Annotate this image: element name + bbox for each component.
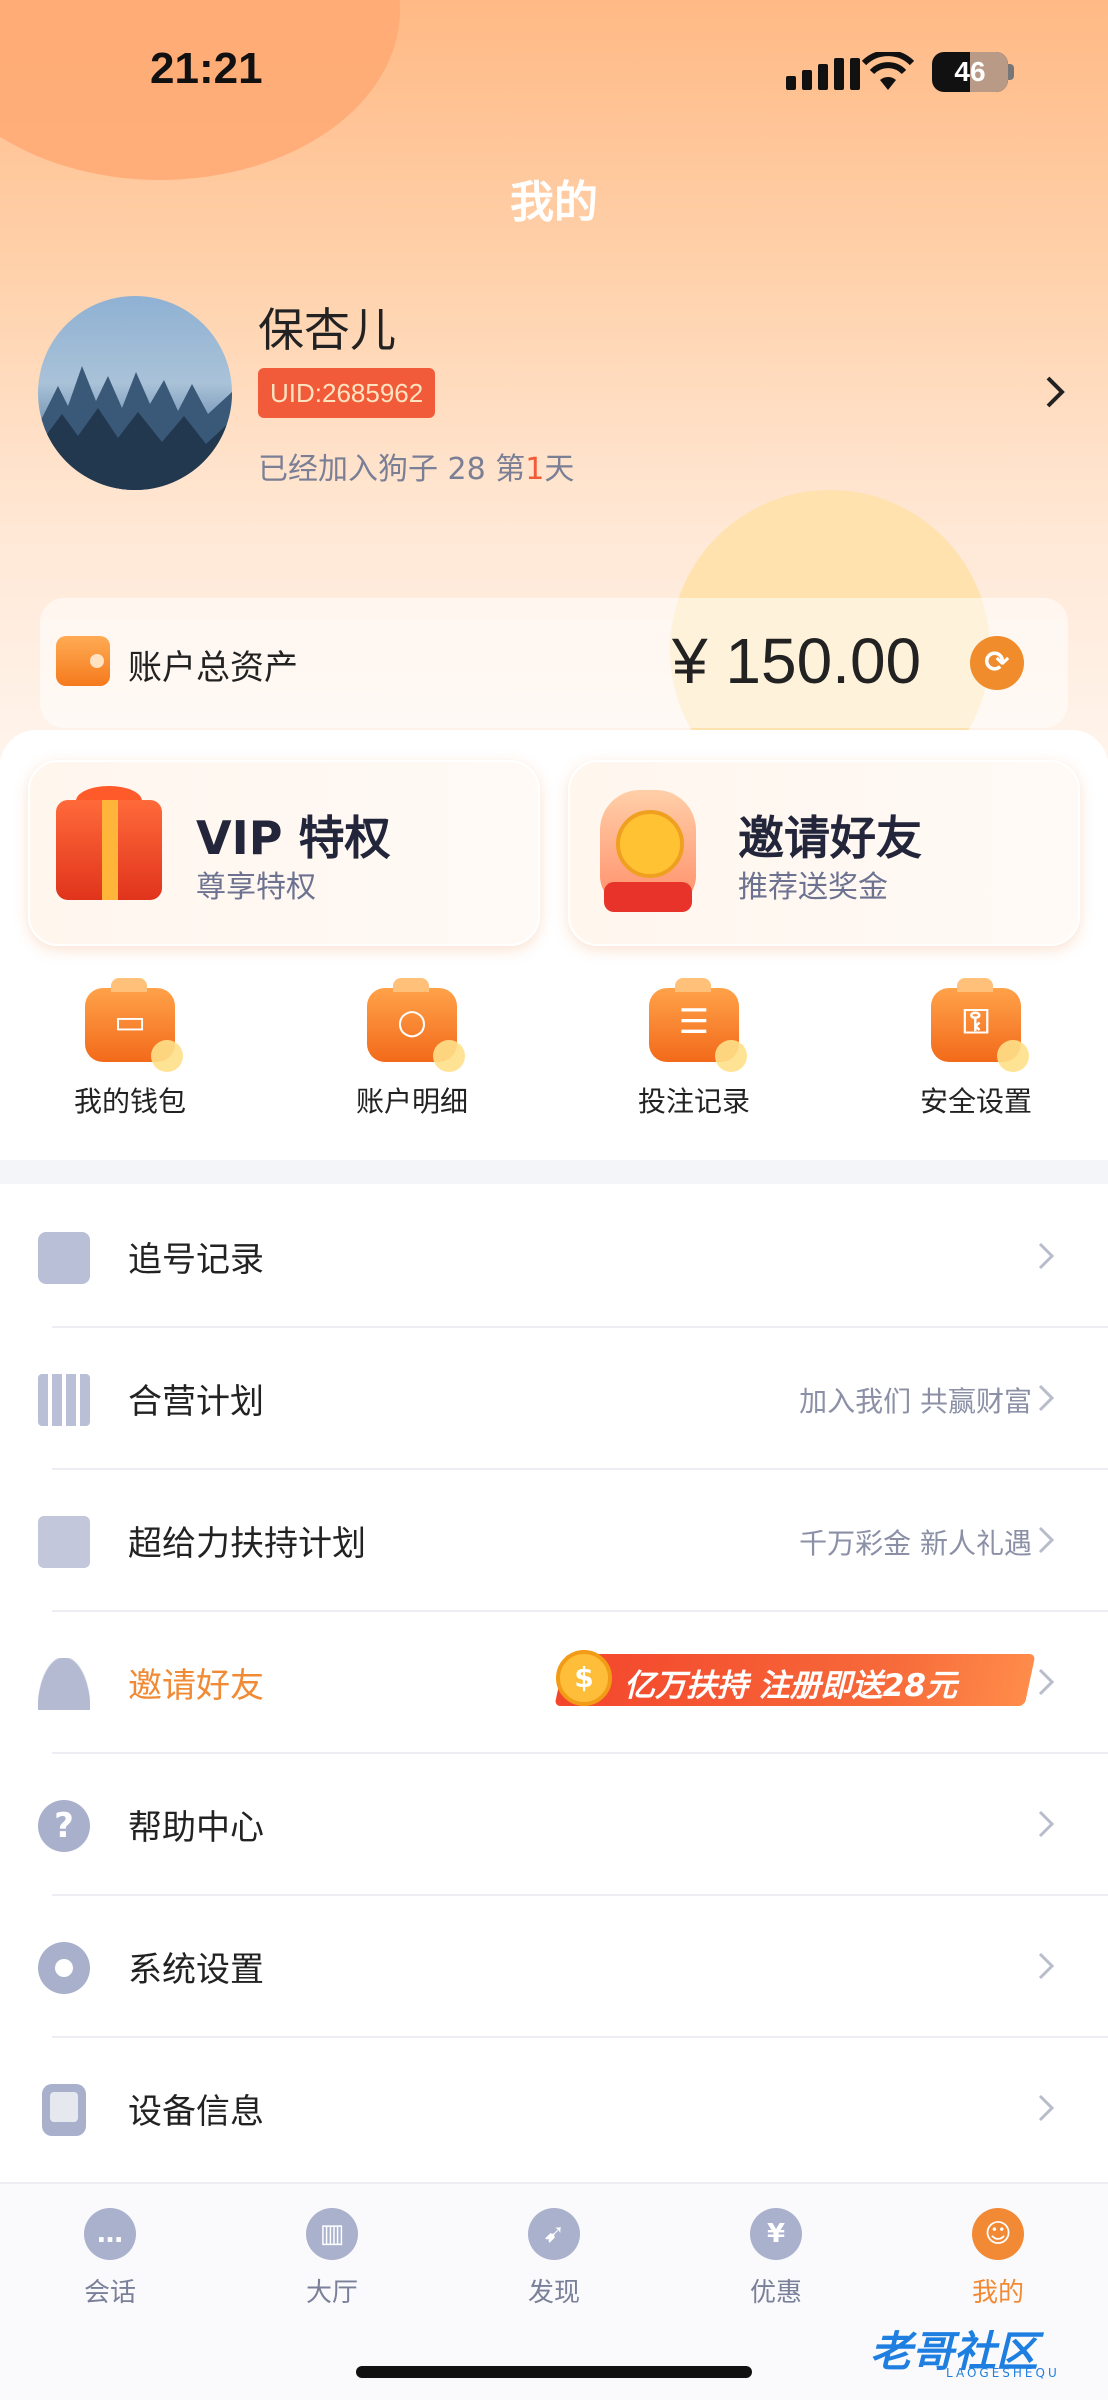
tab-chat[interactable]: … 会话 [40,2208,180,2309]
join-info: 已经加入狗子 28 第1天 [258,452,575,487]
menu-item-partner-plan[interactable]: 合营计划 加入我们 共赢财富 [0,1328,1108,1470]
wallet-icon: ▭ [85,978,183,1072]
vip-title: VIP 特权 [196,811,391,865]
chevron-right-icon [1038,1810,1055,1838]
chevron-right-icon [1038,1952,1055,1980]
chevron-right-icon [1038,1526,1055,1554]
quick-security[interactable]: ⚿ 安全设置 [886,978,1066,1120]
user-icon [38,1658,90,1710]
gear-icon [38,1942,90,1994]
watermark-sub: LAOGESHEQU [946,2366,1060,2380]
invite-title: 邀请好友 [738,811,922,865]
profile-icon: ☺ [972,2208,1024,2260]
menu-item-system-settings[interactable]: 系统设置 [0,1896,1108,2038]
gift-icon [56,800,162,900]
home-indicator[interactable] [356,2366,752,2378]
chevron-right-icon [1038,2094,1055,2122]
chevron-right-icon [1038,1668,1055,1696]
gift-icon [38,1516,90,1568]
vip-subtitle: 尊享特权 [196,870,316,905]
forest-image [38,366,232,490]
wallet-icon [56,636,110,686]
chat-icon: … [84,2208,136,2260]
help-icon: ? [38,1800,90,1852]
coin-hand-icon [600,790,696,912]
page-title: 我的 [510,177,598,228]
user-name: 保杏儿 [258,303,396,357]
cellular-signal-icon [786,58,860,90]
tab-offers[interactable]: ¥ 优惠 [706,2208,846,2309]
avatar[interactable] [38,296,232,490]
refresh-icon[interactable]: ⟳ [970,636,1024,690]
battery-icon: 46 [932,52,1008,92]
document-icon [38,1232,90,1284]
invite-banner-text: 亿万扶持 注册即送28元 [624,1668,957,1704]
status-time: 21:21 [150,44,263,93]
invite-subtitle: 推荐送奖金 [738,870,888,905]
menu-item-support-plan[interactable]: 超给力扶持计划 千万彩金 新人礼遇 [0,1470,1108,1612]
section-divider [0,1160,1108,1184]
battery-level-text: 46 [954,56,986,87]
record-icon: ☰ [649,978,747,1072]
uid-badge: UID:2685962 [258,368,436,418]
hall-icon: ▥ [306,2208,358,2260]
search-icon: ○ [367,978,465,1072]
quick-account-detail[interactable]: ○ 账户明细 [322,978,502,1120]
menu-item-device-info[interactable]: 设备信息 [0,2038,1108,2180]
menu-item-chase-records[interactable]: 追号记录 [0,1186,1108,1328]
tab-discover[interactable]: ➹ 发现 [484,2208,624,2309]
qr-code-icon [38,1374,90,1426]
tab-mine[interactable]: ☺ 我的 [928,2208,1068,2309]
key-icon: ⚿ [931,978,1029,1072]
wifi-icon [862,52,914,90]
menu-item-help-center[interactable]: ? 帮助中心 [0,1754,1108,1896]
tab-hall[interactable]: ▥ 大厅 [262,2208,402,2309]
device-icon [42,2084,86,2136]
quick-bet-records[interactable]: ☰ 投注记录 [604,978,784,1120]
coupon-icon: ¥ [750,2208,802,2260]
chevron-right-icon [1038,1242,1055,1270]
compass-icon: ➹ [528,2208,580,2260]
chevron-right-icon [1038,1384,1055,1412]
chevron-right-icon[interactable] [1044,374,1068,410]
assets-label: 账户总资产 [128,648,298,688]
assets-value: ¥ 150.00 [672,625,922,697]
dollar-coin-icon: $ [556,1650,612,1706]
quick-wallet[interactable]: ▭ 我的钱包 [40,978,220,1120]
